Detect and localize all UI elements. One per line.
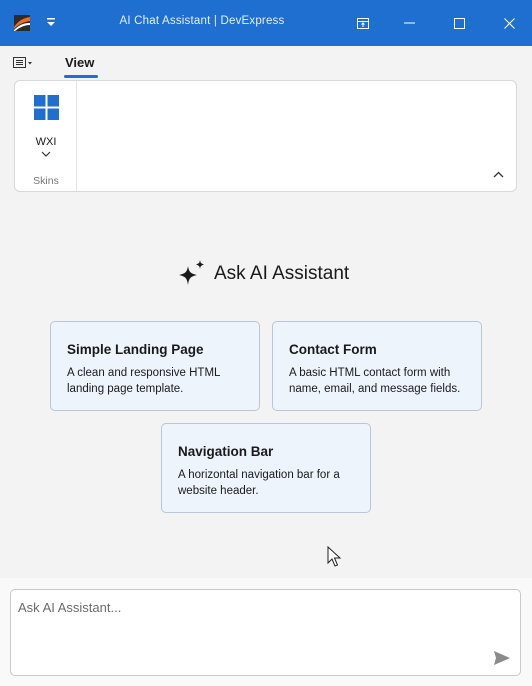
prompt-input[interactable] <box>18 597 488 617</box>
mouse-cursor-icon <box>327 546 341 567</box>
suggestion-description: A clean and responsive HTML landing page… <box>67 367 220 395</box>
send-icon <box>494 651 510 665</box>
suggestion-card-landing-page[interactable]: Simple Landing Page A clean and responsi… <box>50 321 260 411</box>
page-title: Ask AI Assistant <box>214 263 350 284</box>
chevron-up-icon <box>493 171 503 177</box>
send-button[interactable] <box>492 648 512 668</box>
suggestion-description: A horizontal navigation bar for a websit… <box>178 469 340 497</box>
title-bar: AI Chat Assistant | DevExpress <box>0 0 532 46</box>
suggestion-title: Contact Form <box>289 342 377 357</box>
prompt-area <box>0 578 532 686</box>
suggestion-card-navigation-bar[interactable]: Navigation Bar A horizontal navigation b… <box>161 423 371 513</box>
minimize-button[interactable] <box>386 0 432 46</box>
collapse-ribbon-button[interactable] <box>489 165 507 183</box>
skin-dropdown-button[interactable]: WXI <box>21 87 71 165</box>
selected-tab-indicator <box>64 75 98 78</box>
maximize-button[interactable] <box>436 0 482 46</box>
tab-window-icon <box>357 17 369 29</box>
suggestion-title: Navigation Bar <box>178 444 274 459</box>
chevron-down-icon <box>41 151 51 157</box>
suggestion-card-contact-form[interactable]: Contact Form A basic HTML contact form w… <box>272 321 482 411</box>
windows-icon <box>34 95 59 120</box>
suggestion-description: A basic HTML contact form with name, ema… <box>289 367 461 395</box>
assistant-heading: Ask AI Assistant <box>0 256 532 290</box>
ribbon-group-skins: WXI Skins <box>15 81 77 191</box>
ribbon-group-label: Skins <box>33 175 59 187</box>
suggestion-title: Simple Landing Page <box>67 342 204 357</box>
tab-view[interactable]: View <box>65 55 94 70</box>
minimize-icon <box>403 22 415 24</box>
maximize-icon <box>453 17 465 29</box>
prompt-box[interactable] <box>10 589 521 676</box>
close-icon <box>503 17 515 29</box>
sparkle-icon <box>179 260 204 285</box>
ribbon-panel: WXI Skins <box>14 80 517 192</box>
application-menu-icon[interactable] <box>12 55 36 71</box>
close-button[interactable] <box>486 0 532 46</box>
skin-label: WXI <box>35 136 57 148</box>
tabbed-window-button[interactable] <box>340 0 386 46</box>
ribbon-tab-strip: View <box>0 46 532 78</box>
